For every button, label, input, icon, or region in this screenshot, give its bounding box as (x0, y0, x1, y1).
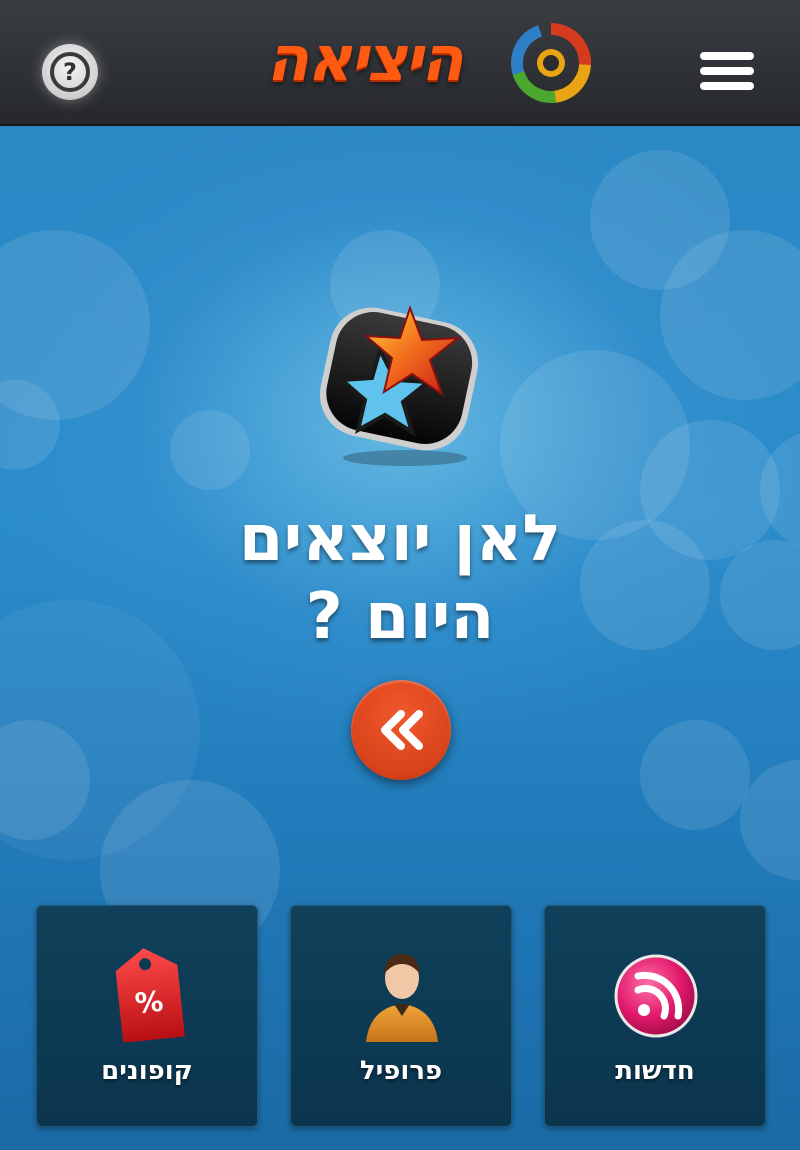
top-header: ? היציאה (0, 0, 800, 126)
tile-label: קופונים (101, 1056, 193, 1086)
double-chevron-left-icon (381, 710, 423, 750)
logo-swirl-icon (511, 23, 591, 103)
app-logo[interactable]: היציאה (218, 18, 598, 108)
star-app-icon (319, 305, 479, 466)
go-button[interactable] (351, 680, 451, 780)
question-mark-icon: ? (50, 52, 90, 92)
hamburger-menu-icon[interactable] (700, 52, 756, 92)
help-button[interactable]: ? (42, 44, 98, 100)
page-title: לאן יוצאים היום ? (100, 500, 700, 656)
tile-coupons[interactable]: % קופונים (36, 905, 258, 1127)
tile-profile[interactable]: פרופיל (290, 905, 512, 1127)
tile-label: פרופיל (359, 1056, 443, 1086)
user-profile-icon (366, 954, 438, 1042)
tile-label: חדשות (615, 1056, 695, 1086)
coupon-percent-text: % (133, 985, 164, 1021)
headline-line-2: היום ? (305, 580, 495, 654)
tile-news[interactable]: חדשות (544, 905, 766, 1127)
logo-text: היציאה (266, 22, 463, 95)
coupon-tag-icon: % (115, 948, 185, 1042)
headline-line-1: לאן יוצאים (238, 502, 562, 576)
rss-feed-icon (614, 954, 698, 1038)
